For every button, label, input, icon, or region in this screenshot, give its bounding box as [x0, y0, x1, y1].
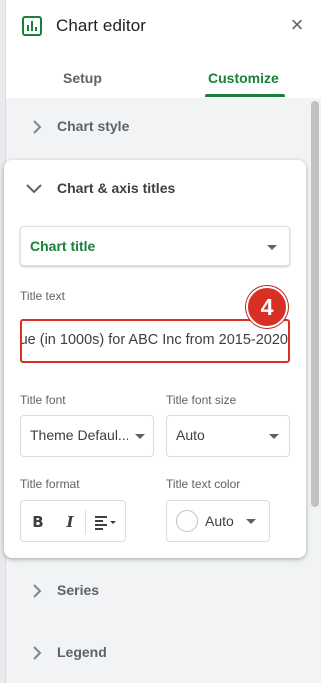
chart-editor-icon	[22, 16, 42, 36]
title-font-size-value: Auto	[176, 427, 205, 443]
title-text-input[interactable]: Revenue (in 1000s) for ABC Inc from 2015…	[20, 319, 290, 363]
chevron-down-icon	[26, 184, 42, 194]
scrollbar-thumb[interactable]	[311, 101, 319, 507]
chevron-right-icon	[33, 584, 42, 598]
dropdown-arrow-icon	[267, 245, 277, 250]
title-text-color-value: Auto	[205, 513, 234, 529]
panel-title: Chart editor	[56, 16, 147, 35]
close-icon[interactable]: ×	[286, 14, 308, 36]
title-font-size-select[interactable]: Auto	[166, 415, 290, 457]
chevron-right-icon	[33, 120, 42, 134]
dropdown-arrow-icon	[269, 434, 279, 439]
step-number-badge: 4	[246, 286, 288, 328]
title-font-size-label: Title font size	[166, 393, 237, 407]
title-type-select[interactable]: Chart title	[20, 226, 290, 266]
dropdown-arrow-icon	[246, 519, 256, 524]
title-text-color-select[interactable]: Auto	[166, 500, 270, 542]
bold-button[interactable]: B	[27, 511, 49, 533]
tab-customize[interactable]: Customize	[208, 70, 279, 86]
section-chart-axis-titles[interactable]: Chart & axis titles	[4, 174, 304, 202]
title-type-value: Chart title	[30, 238, 96, 254]
title-font-select[interactable]: Theme Defaul...	[20, 415, 154, 457]
section-series[interactable]: Series	[6, 567, 306, 615]
chart-axis-titles-panel: Chart & axis titles Chart title Title te…	[4, 160, 306, 558]
title-format-label: Title format	[20, 477, 80, 491]
active-tab-indicator	[205, 94, 285, 97]
title-font-value: Theme Defaul...	[30, 427, 128, 443]
chevron-right-icon	[33, 646, 42, 660]
title-text-label: Title text	[20, 289, 65, 303]
section-label: Chart style	[57, 118, 130, 134]
italic-button[interactable]: I	[59, 511, 81, 533]
section-label: Series	[57, 582, 100, 598]
section-label: Chart & axis titles	[57, 180, 176, 196]
section-legend[interactable]: Legend	[6, 629, 306, 677]
section-chart-style[interactable]: Chart style	[6, 103, 306, 151]
color-swatch	[176, 510, 198, 532]
dropdown-arrow-icon	[135, 434, 145, 439]
title-format-toolbar: B I	[20, 500, 126, 542]
title-text-color-label: Title text color	[166, 477, 241, 491]
title-text-value: Revenue (in 1000s) for ABC Inc from 2015…	[20, 332, 288, 348]
section-label: Legend	[57, 644, 107, 660]
divider	[85, 510, 86, 534]
tab-setup[interactable]: Setup	[63, 70, 102, 86]
title-font-label: Title font	[20, 393, 66, 407]
align-left-icon[interactable]	[93, 511, 121, 533]
chart-editor-header: Chart editor × Setup Customize	[6, 0, 321, 98]
